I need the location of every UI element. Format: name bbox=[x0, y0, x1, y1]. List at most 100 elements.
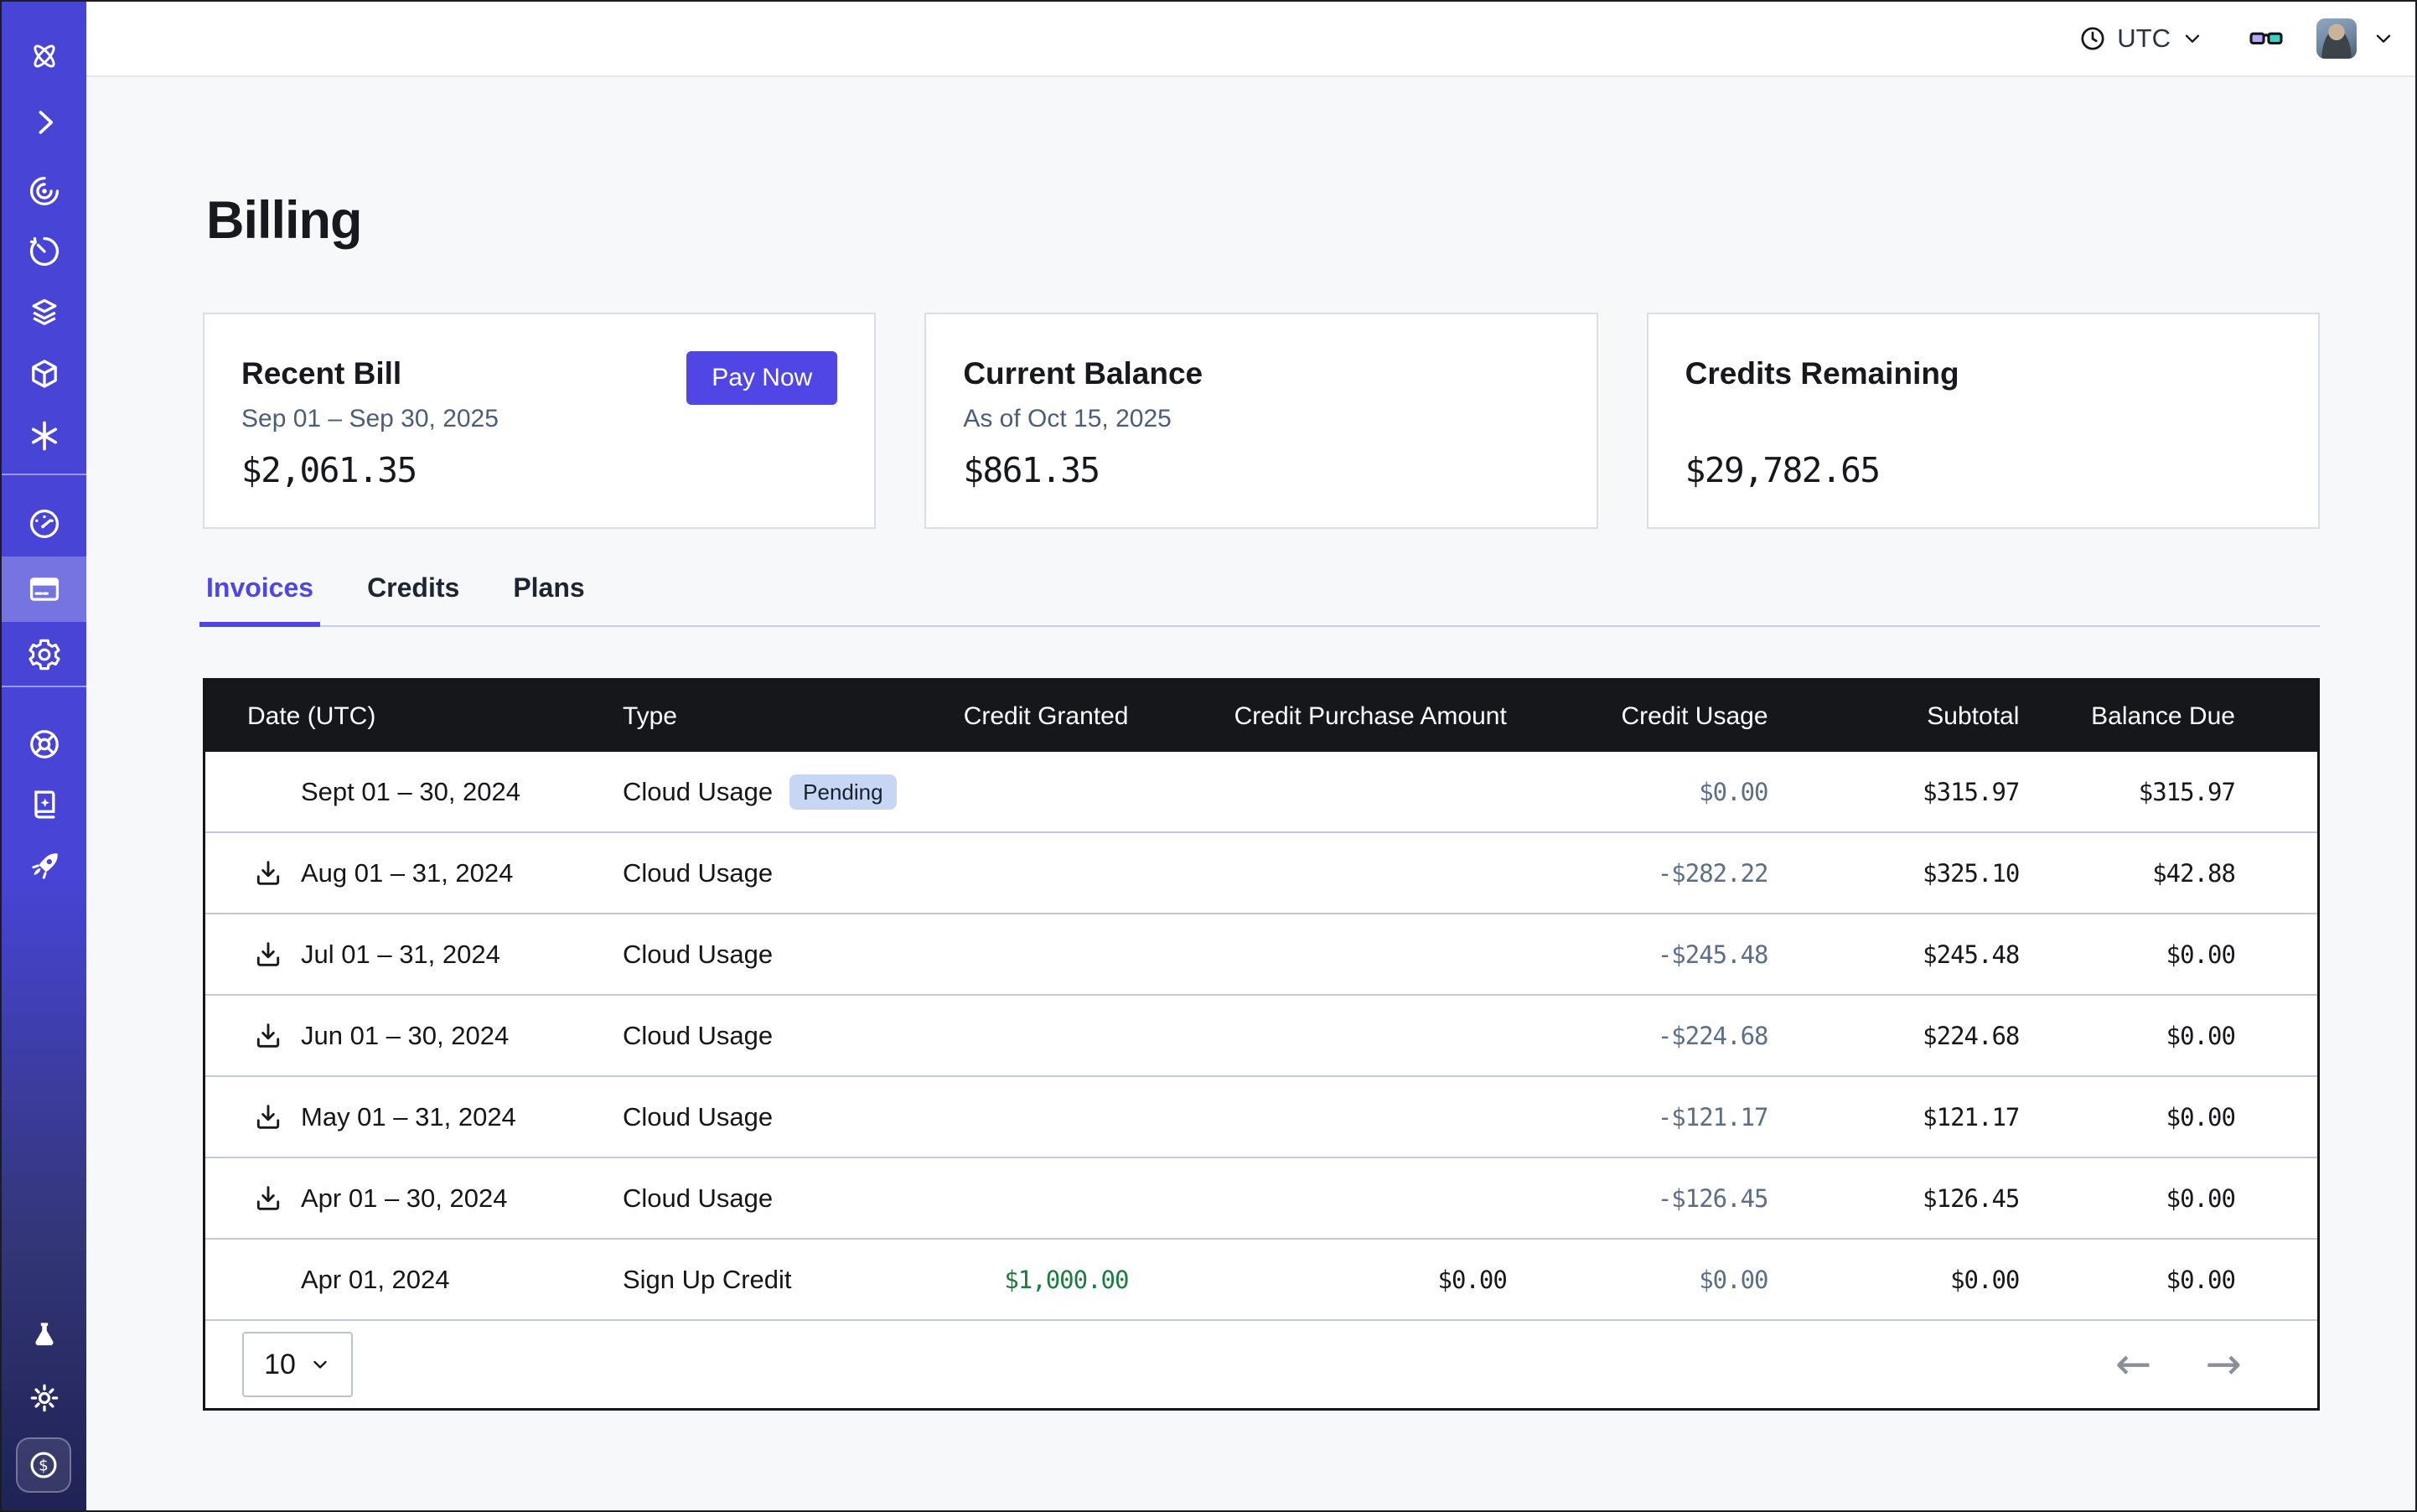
invoice-type-cell: Cloud Usage bbox=[623, 1021, 915, 1051]
sidebar-item-workflows[interactable] bbox=[2, 341, 86, 406]
helm-wheel-icon bbox=[26, 726, 63, 763]
invoice-row: Aug 01 – 31, 2024Cloud Usage-$282.22$325… bbox=[205, 833, 2317, 914]
credit-usage-value: -$126.45 bbox=[1507, 1184, 1768, 1213]
invoices-table: Date (UTC)TypeCredit GrantedCredit Purch… bbox=[203, 678, 2320, 1411]
subtotal-value: $121.17 bbox=[1768, 1103, 2020, 1131]
invoice-date-cell: Apr 01 – 30, 2024 bbox=[205, 1183, 623, 1214]
sidebar-item-deployments[interactable] bbox=[2, 279, 86, 344]
glasses-icon bbox=[2248, 20, 2285, 57]
balance-due-value: $0.00 bbox=[2019, 940, 2317, 969]
credit-usage-value: -$245.48 bbox=[1507, 940, 1768, 969]
sidebar-item-cluster[interactable] bbox=[2, 712, 86, 777]
page-size-select[interactable]: 10 bbox=[242, 1332, 353, 1397]
download-invoice-icon[interactable] bbox=[252, 1101, 301, 1133]
feedback-button[interactable] bbox=[2248, 20, 2285, 57]
credit-usage-value: $0.00 bbox=[1507, 1266, 1768, 1294]
pagination-arrows: ← → bbox=[2115, 1343, 2242, 1386]
invoice-type: Cloud Usage bbox=[623, 858, 773, 888]
orbit-logo-icon bbox=[26, 38, 63, 75]
cube-icon bbox=[26, 355, 63, 392]
sidebar-item-home[interactable] bbox=[2, 23, 86, 89]
table-header-row: Date (UTC)TypeCredit GrantedCredit Purch… bbox=[205, 681, 2317, 752]
next-page-button[interactable]: → bbox=[2205, 1343, 2242, 1386]
chevron-down-icon bbox=[2181, 27, 2204, 50]
credits-remaining-amount: $29,782.65 bbox=[1685, 450, 1880, 490]
balance-due-value: $42.88 bbox=[2019, 859, 2317, 888]
page-content: Billing Recent Bill Sep 01 – Sep 30, 202… bbox=[86, 77, 2415, 1411]
sidebar-item-schedules[interactable] bbox=[2, 219, 86, 284]
download-invoice-icon[interactable] bbox=[252, 857, 301, 889]
invoice-date: Aug 01 – 31, 2024 bbox=[301, 858, 513, 888]
billing-tabs: Invoices Credits Plans bbox=[203, 572, 2320, 627]
invoice-type: Cloud Usage bbox=[623, 777, 773, 807]
column-header: Balance Due bbox=[2019, 702, 2317, 731]
timezone-selector[interactable]: UTC bbox=[2078, 23, 2204, 54]
credit-granted-value: $1,000.00 bbox=[914, 1266, 1128, 1294]
invoice-date: Apr 01, 2024 bbox=[301, 1265, 450, 1295]
download-invoice-icon[interactable] bbox=[252, 939, 301, 971]
credits-remaining-card: Credits Remaining $29,782.65 bbox=[1647, 313, 2320, 529]
column-header: Subtotal bbox=[1768, 702, 2020, 731]
subtotal-value: $224.68 bbox=[1768, 1022, 2020, 1050]
timezone-label: UTC bbox=[2117, 23, 2171, 54]
tab-invoices[interactable]: Invoices bbox=[206, 572, 313, 625]
recent-bill-amount: $2,061.35 bbox=[241, 450, 417, 490]
credit-usage-value: -$224.68 bbox=[1507, 1022, 1768, 1050]
chevron-down-icon bbox=[309, 1354, 331, 1375]
dollar-badge-icon: $ bbox=[25, 1447, 62, 1484]
invoice-date: Jun 01 – 30, 2024 bbox=[301, 1021, 509, 1051]
credit-card-icon bbox=[26, 571, 63, 608]
tab-credits[interactable]: Credits bbox=[367, 572, 459, 625]
spiral-eye-icon bbox=[26, 173, 63, 210]
invoice-row: Jul 01 – 31, 2024 Cloud Usage -$245.48$245… bbox=[205, 914, 2317, 996]
account-menu-button[interactable] bbox=[2372, 27, 2395, 50]
page-size-value: 10 bbox=[264, 1349, 296, 1381]
balance-due-value: $0.00 bbox=[2019, 1103, 2317, 1131]
sidebar-item-settings[interactable] bbox=[2, 622, 86, 687]
sidebar-item-nexus[interactable] bbox=[2, 403, 86, 469]
invoice-date-cell: Aug 01 – 31, 2024 bbox=[205, 857, 623, 889]
sidebar-theme-toggle[interactable] bbox=[2, 1365, 86, 1431]
prev-page-button[interactable]: ← bbox=[2115, 1343, 2152, 1386]
invoice-type-cell: Cloud Usage bbox=[623, 1183, 915, 1214]
invoice-date: Jul 01 – 31, 2024 bbox=[301, 940, 500, 970]
invoice-type-cell: Sign Up Credit bbox=[623, 1265, 915, 1295]
invoice-date: Sept 01 – 30, 2024 bbox=[301, 777, 520, 807]
sidebar-item-namespaces[interactable] bbox=[2, 158, 86, 224]
subtotal-value: $245.48 bbox=[1768, 940, 2020, 969]
card-subtitle: As of Oct 15, 2025 bbox=[963, 405, 1559, 437]
invoice-date-cell: Apr 01, 2024 bbox=[205, 1265, 623, 1295]
sidebar-divider bbox=[2, 686, 86, 687]
download-invoice-icon[interactable] bbox=[252, 1183, 301, 1214]
column-header: Credit Purchase Amount bbox=[1128, 702, 1506, 731]
topbar: UTC bbox=[86, 2, 2415, 77]
sidebar-credits-button[interactable]: $ bbox=[16, 1437, 71, 1493]
column-header: Type bbox=[623, 702, 915, 731]
invoice-date: May 01 – 31, 2024 bbox=[301, 1102, 516, 1132]
flask-icon bbox=[26, 1318, 63, 1354]
current-balance-card: Current Balance As of Oct 15, 2025 $861.… bbox=[924, 313, 1597, 529]
history-clock-icon bbox=[26, 233, 63, 270]
sidebar-divider bbox=[2, 474, 86, 475]
pay-now-button[interactable]: Pay Now bbox=[686, 351, 837, 405]
sidebar-item-getting-started[interactable] bbox=[2, 834, 86, 899]
sidebar-item-labs[interactable] bbox=[2, 1303, 86, 1369]
balance-due-value: $0.00 bbox=[2019, 1266, 2317, 1294]
balance-due-value: $0.00 bbox=[2019, 1022, 2317, 1050]
invoice-row: Apr 01 – 30, 2024Cloud Usage -$126.45$126… bbox=[205, 1158, 2317, 1240]
invoice-type-cell: Cloud Usage bbox=[623, 940, 915, 970]
sidebar-item-docs[interactable] bbox=[2, 772, 86, 837]
subtotal-value: $126.45 bbox=[1768, 1184, 2020, 1213]
sidebar-item-usage[interactable] bbox=[2, 491, 86, 557]
main-area: UTC Billing bbox=[86, 2, 2415, 1510]
book-sparkle-icon bbox=[26, 786, 63, 823]
credit-usage-value: -$282.22 bbox=[1507, 859, 1768, 888]
invoice-date-cell: Sept 01 – 30, 2024 bbox=[205, 777, 623, 807]
download-invoice-icon[interactable] bbox=[252, 1020, 301, 1052]
user-avatar[interactable] bbox=[2316, 18, 2357, 59]
sidebar-expand-button[interactable] bbox=[2, 90, 86, 155]
column-header: Date (UTC) bbox=[205, 702, 623, 731]
sidebar-item-billing[interactable] bbox=[2, 557, 86, 622]
tab-plans[interactable]: Plans bbox=[513, 572, 584, 625]
invoice-row: May 01 – 31, 2024Cloud Usage-$121.17$121… bbox=[205, 1077, 2317, 1158]
